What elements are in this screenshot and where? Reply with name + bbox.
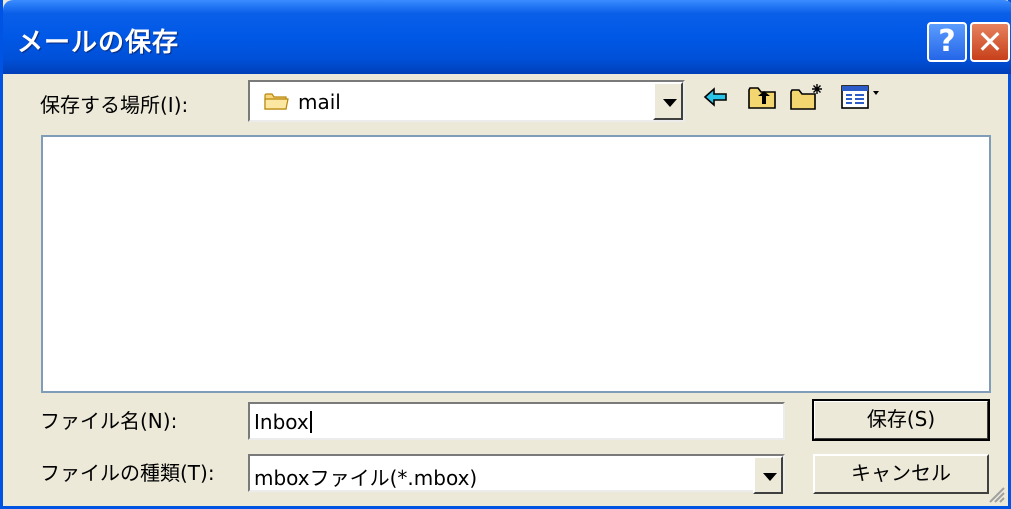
folder-icon — [264, 93, 289, 110]
cancel-button[interactable]: キャンセル — [813, 454, 989, 494]
filetype-combo[interactable]: mboxファイル(*.mbox) — [248, 454, 785, 494]
up-folder-icon[interactable] — [747, 82, 779, 112]
new-folder-icon[interactable] — [789, 82, 825, 112]
filetype-value: mboxファイル(*.mbox) — [254, 466, 478, 490]
location-value: mail — [298, 90, 341, 114]
filetype-dropdown-button[interactable] — [753, 456, 783, 494]
close-button[interactable]: ✕ — [970, 22, 1010, 62]
save-dialog: メールの保存 ? ✕ 保存する場所(I): mail ファイル名(N): Inb… — [0, 0, 1011, 509]
window-title: メールの保存 — [17, 28, 180, 58]
file-list[interactable] — [41, 135, 991, 393]
back-arrow-icon[interactable] — [702, 82, 730, 112]
resize-grip-icon[interactable] — [986, 484, 1006, 504]
title-bar[interactable]: メールの保存 ? ✕ — [3, 0, 1011, 74]
filename-value: Inbox — [254, 410, 309, 434]
location-combo[interactable]: mail — [248, 80, 685, 122]
view-menu-icon[interactable] — [840, 82, 882, 112]
filetype-label: ファイルの種類(T): — [40, 461, 215, 485]
location-dropdown-button[interactable] — [653, 82, 683, 120]
save-button[interactable]: 保存(S) — [812, 399, 990, 441]
filename-input[interactable]: Inbox — [248, 402, 785, 440]
location-label: 保存する場所(I): — [40, 93, 189, 117]
help-button[interactable]: ? — [927, 22, 967, 62]
filename-label: ファイル名(N): — [40, 409, 178, 433]
